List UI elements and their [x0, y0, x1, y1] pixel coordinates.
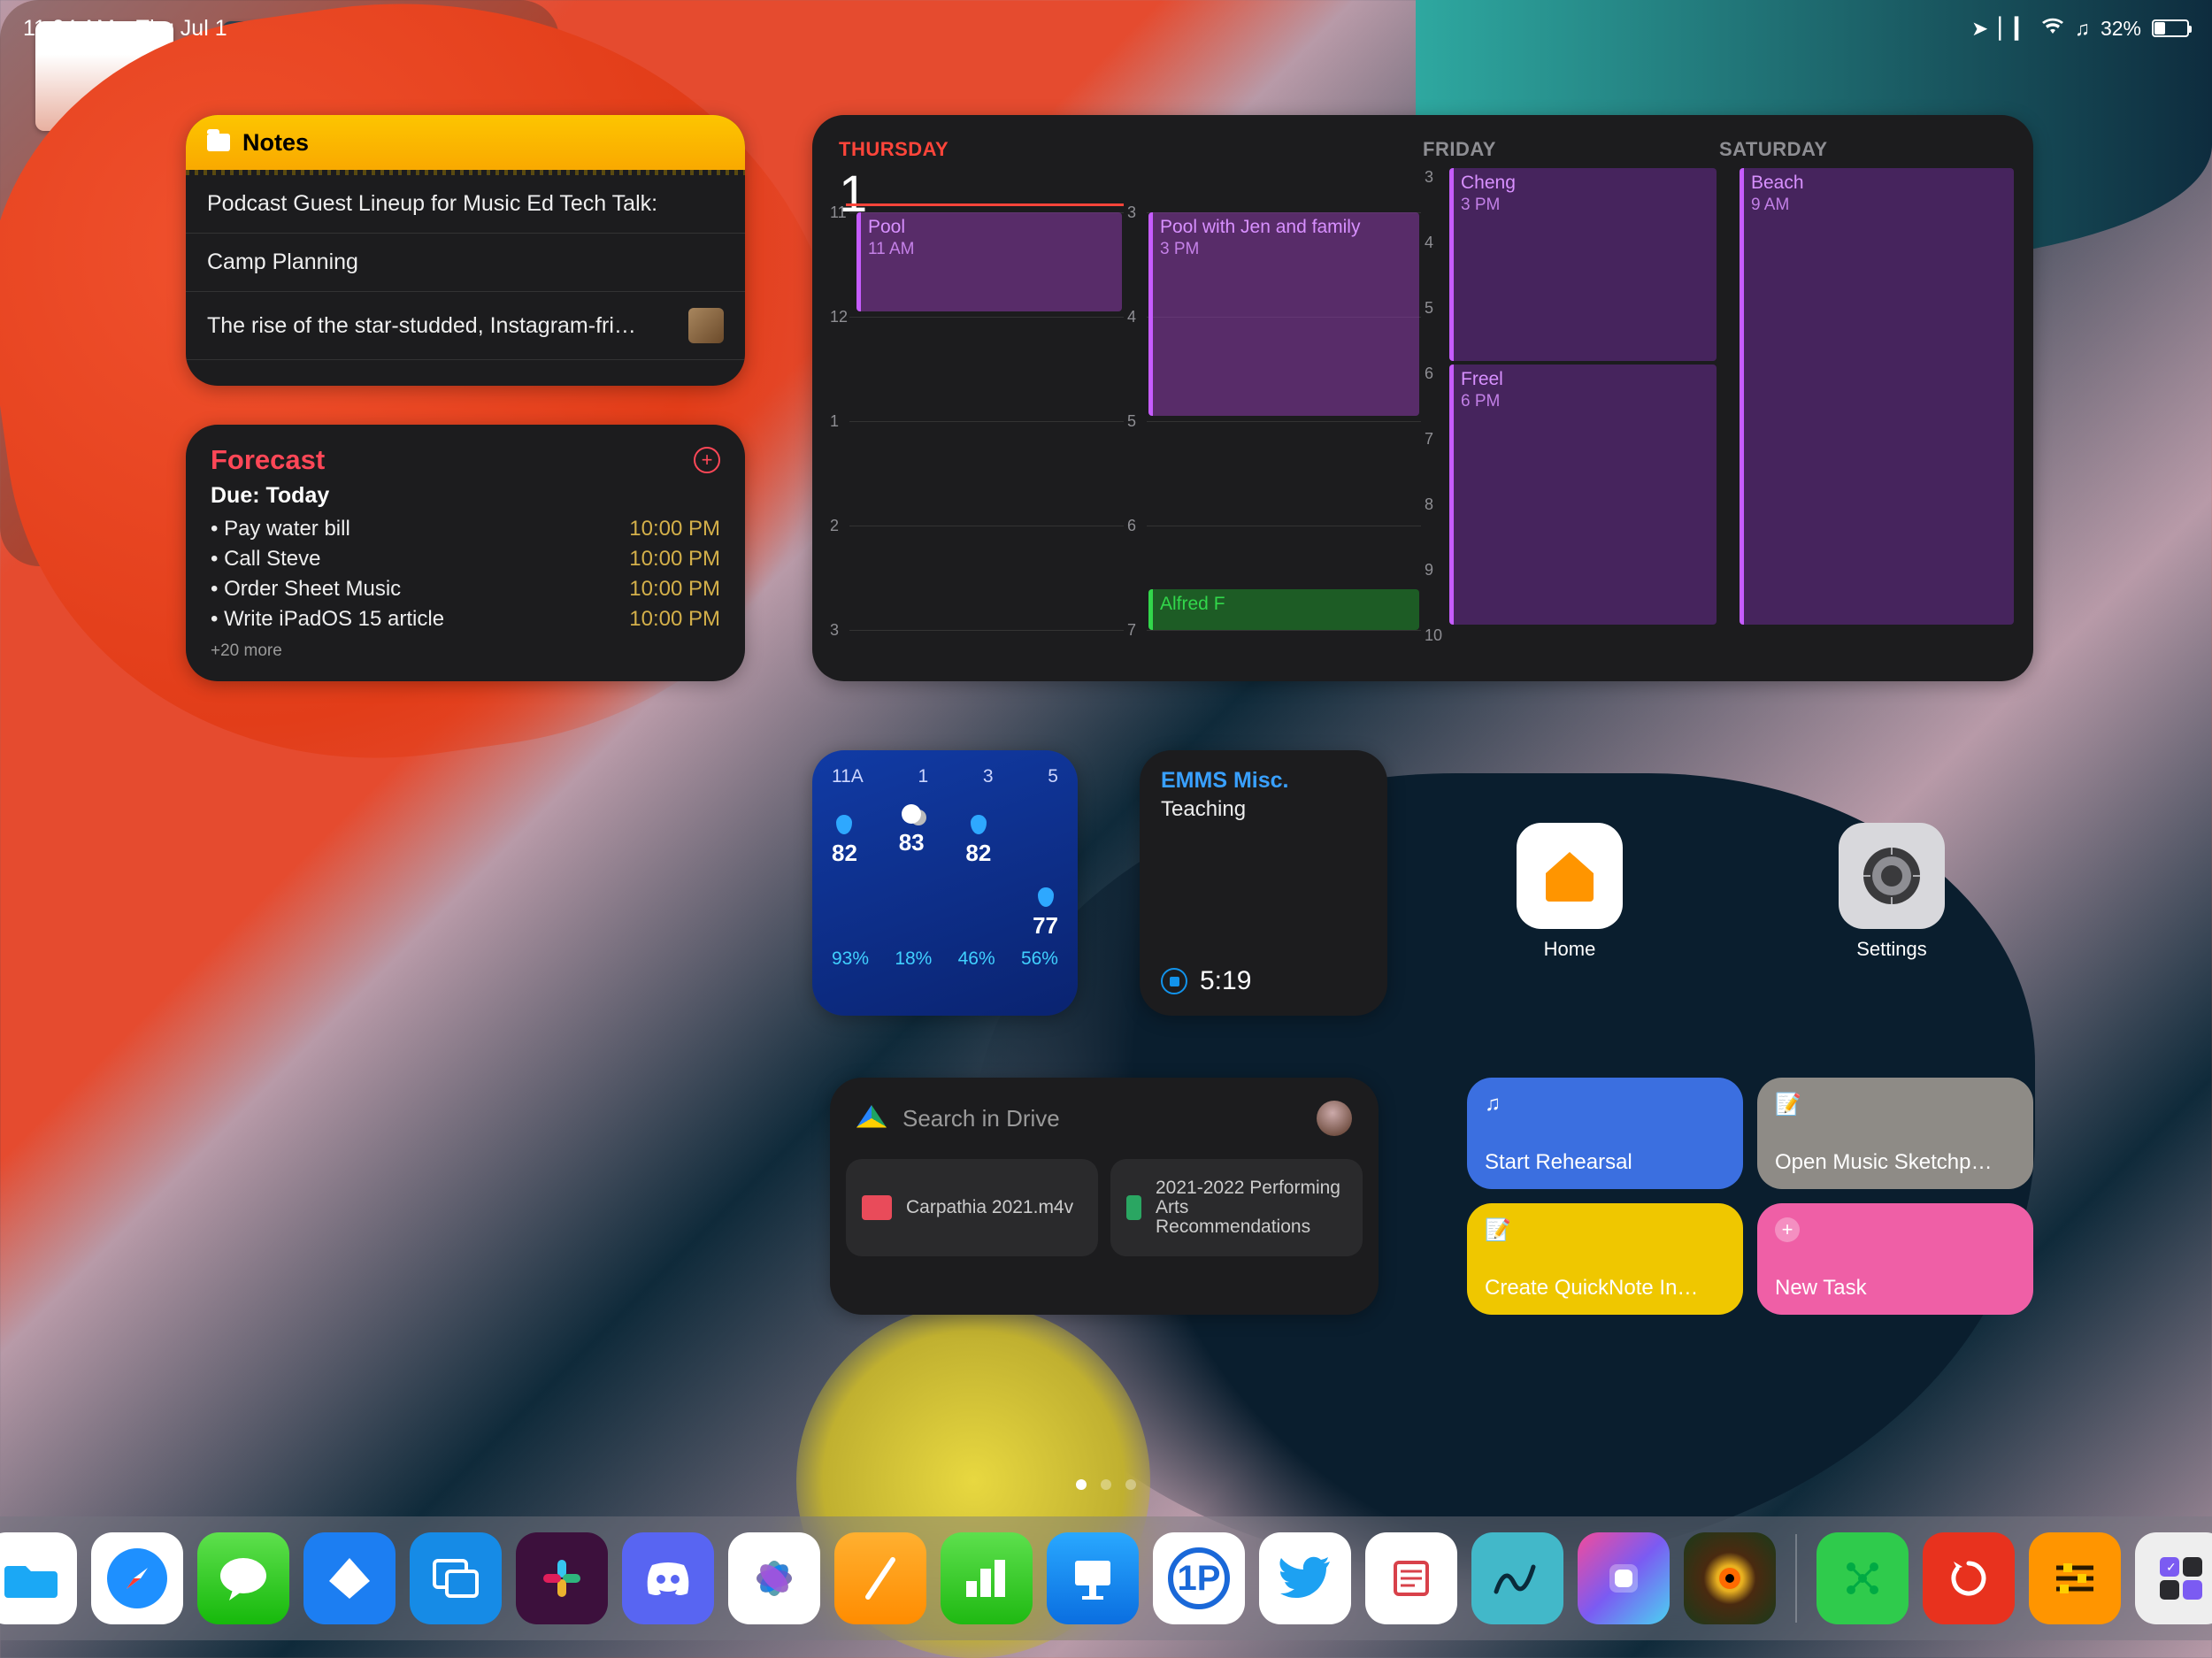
note-item[interactable]: Camp Planning — [186, 234, 745, 292]
dock-drafts[interactable] — [1365, 1532, 1457, 1624]
stop-icon[interactable] — [1161, 968, 1187, 994]
dock: 1P ✓ — [0, 1516, 2212, 1640]
task-row[interactable]: • Write iPadOS 15 article10:00 PM — [211, 604, 720, 634]
dock-shortcuts[interactable] — [1578, 1532, 1670, 1624]
cal-event-freel[interactable]: Freel6 PM — [1449, 365, 1717, 625]
day-label-saturday: SATURDAY — [1719, 138, 2007, 161]
plus-icon: + — [1775, 1217, 1800, 1242]
clock: 11:04 AM — [23, 16, 115, 42]
notes-header: Notes — [186, 115, 745, 170]
cal-fri-col: 3 4 5 6 7 8 9 10 Cheng3 PM Freel6 PM — [1426, 203, 1718, 672]
dock-messages[interactable] — [197, 1532, 289, 1624]
dock-recent-red[interactable] — [1923, 1532, 2015, 1624]
app-settings[interactable]: Settings — [1839, 823, 1945, 961]
drive-search[interactable]: Search in Drive — [856, 1105, 1060, 1132]
day-label-thursday: THURSDAY — [839, 138, 1414, 161]
drive-file[interactable]: 2021-2022 Performing Arts Recommendation… — [1110, 1159, 1363, 1256]
dock-files[interactable] — [0, 1532, 77, 1624]
timer-value: 5:19 — [1200, 966, 1251, 996]
raindrop-icon — [1038, 887, 1054, 907]
task-row[interactable]: • Call Steve10:00 PM — [211, 544, 720, 574]
music-note-icon: ♫ — [1485, 1092, 1725, 1117]
current-time-indicator — [846, 203, 1124, 206]
shortcut-open-sketchpad[interactable]: 📝 Open Music Sketchp… — [1757, 1078, 2033, 1189]
things-widget[interactable]: Forecast + Due: Today • Pay water bill10… — [186, 425, 745, 681]
dock-spark[interactable] — [303, 1532, 396, 1624]
location-icon: ➤ — [1971, 17, 1988, 41]
notes-title: Notes — [242, 129, 309, 157]
date: Thu Jul 1 — [136, 16, 227, 42]
things-title: Forecast — [211, 444, 325, 476]
compose-icon: 📝 — [1485, 1217, 1725, 1243]
cal-event-cheng[interactable]: Cheng3 PM — [1449, 168, 1717, 361]
shortcut-quicknote[interactable]: 📝 Create QuickNote In… — [1467, 1203, 1743, 1315]
reminder-widget[interactable]: EMMS Misc. Teaching 5:19 — [1140, 750, 1387, 1016]
reminder-subtitle: Teaching — [1161, 797, 1366, 822]
app-home[interactable]: Home — [1517, 823, 1623, 961]
cal-thu-col-am: 11 12 1 2 3 Pool11 AM — [832, 203, 1124, 672]
dock-pages[interactable] — [834, 1532, 926, 1624]
cal-event-alfred[interactable]: Alfred F — [1148, 589, 1419, 630]
day-label-friday: FRIDAY — [1423, 138, 1710, 161]
sheets-file-icon — [1126, 1195, 1141, 1220]
drive-file[interactable]: Carpathia 2021.m4v — [846, 1159, 1098, 1256]
cal-thu-col-pm: 3 4 5 6 7 Pool with Jen and family3 PM A… — [1129, 203, 1421, 672]
task-row[interactable]: • Order Sheet Music10:00 PM — [211, 574, 720, 604]
compose-icon: 📝 — [1775, 1092, 2016, 1117]
add-task-icon[interactable]: + — [694, 447, 720, 473]
drive-widget[interactable]: Search in Drive Carpathia 2021.m4v 2021-… — [830, 1078, 1379, 1315]
video-file-icon — [862, 1195, 892, 1220]
due-label: Due: Today — [211, 483, 720, 509]
dock-numbers[interactable] — [941, 1532, 1033, 1624]
raindrop-icon — [836, 815, 852, 834]
shortcuts-widget: ♫ Start Rehearsal 📝 Open Music Sketchp… … — [1467, 1078, 2033, 1315]
dock-recent-grid[interactable]: ✓ — [2135, 1532, 2212, 1624]
dock-multitask[interactable] — [410, 1532, 502, 1624]
battery-icon — [2152, 19, 2189, 37]
dock-separator — [1795, 1534, 1797, 1623]
dock-photos[interactable] — [728, 1532, 820, 1624]
note-item[interactable]: Podcast Guest Lineup for Music Ed Tech T… — [186, 175, 745, 234]
drive-logo-icon — [856, 1105, 887, 1132]
calendar-widget[interactable]: THURSDAY 1 FRIDAY SATURDAY 11 12 1 2 3 P… — [812, 115, 2033, 681]
page-indicator[interactable] — [1076, 1479, 1136, 1490]
cell-signal-icon: ▏▎ — [1999, 17, 2030, 41]
status-bar: 11:04 AM Thu Jul 1 ➤ ▏▎ ♫ 32% — [0, 12, 2212, 44]
svg-text:✓: ✓ — [2166, 1560, 2177, 1574]
wifi-icon — [2041, 17, 2064, 41]
cal-event-pool-jen[interactable]: Pool with Jen and family3 PM — [1148, 212, 1419, 416]
dock-twitter[interactable] — [1259, 1532, 1351, 1624]
task-row[interactable]: • Pay water bill10:00 PM — [211, 514, 720, 544]
dock-recent-green[interactable] — [1816, 1532, 1909, 1624]
reminder-title: EMMS Misc. — [1161, 768, 1366, 794]
shortcut-start-rehearsal[interactable]: ♫ Start Rehearsal — [1467, 1078, 1743, 1189]
notes-widget[interactable]: Notes Podcast Guest Lineup for Music Ed … — [186, 115, 745, 386]
cal-event-pool[interactable]: Pool11 AM — [856, 212, 1122, 311]
folder-icon — [207, 134, 230, 151]
dock-slack[interactable] — [516, 1532, 608, 1624]
dock-discord[interactable] — [622, 1532, 714, 1624]
dock-1password[interactable]: 1P — [1153, 1532, 1245, 1624]
dock-safari[interactable] — [91, 1532, 183, 1624]
dock-handwriting[interactable] — [1471, 1532, 1563, 1624]
more-tasks[interactable]: +20 more — [211, 641, 720, 661]
note-item[interactable]: The rise of the star-studded, Instagram-… — [186, 292, 745, 360]
raindrop-icon — [971, 815, 987, 834]
avatar[interactable] — [1317, 1101, 1352, 1136]
note-thumb — [688, 308, 724, 343]
cal-event-beach[interactable]: Beach9 AM — [1740, 168, 2014, 625]
music-playing-icon: ♫ — [2075, 17, 2090, 41]
dock-keynote[interactable] — [1047, 1532, 1139, 1624]
shortcut-new-task[interactable]: + New Task — [1757, 1203, 2033, 1315]
cal-sat-col: Beach9 AM — [1724, 203, 2016, 672]
dock-recent-orange[interactable] — [2029, 1532, 2121, 1624]
battery-pct: 32% — [2101, 17, 2141, 41]
weather-widget[interactable]: 11A 1 3 5 82 83 82 77 93% 18% 46% 56% — [812, 750, 1078, 1016]
dock-eye[interactable] — [1684, 1532, 1776, 1624]
partly-cloudy-icon — [902, 804, 921, 824]
